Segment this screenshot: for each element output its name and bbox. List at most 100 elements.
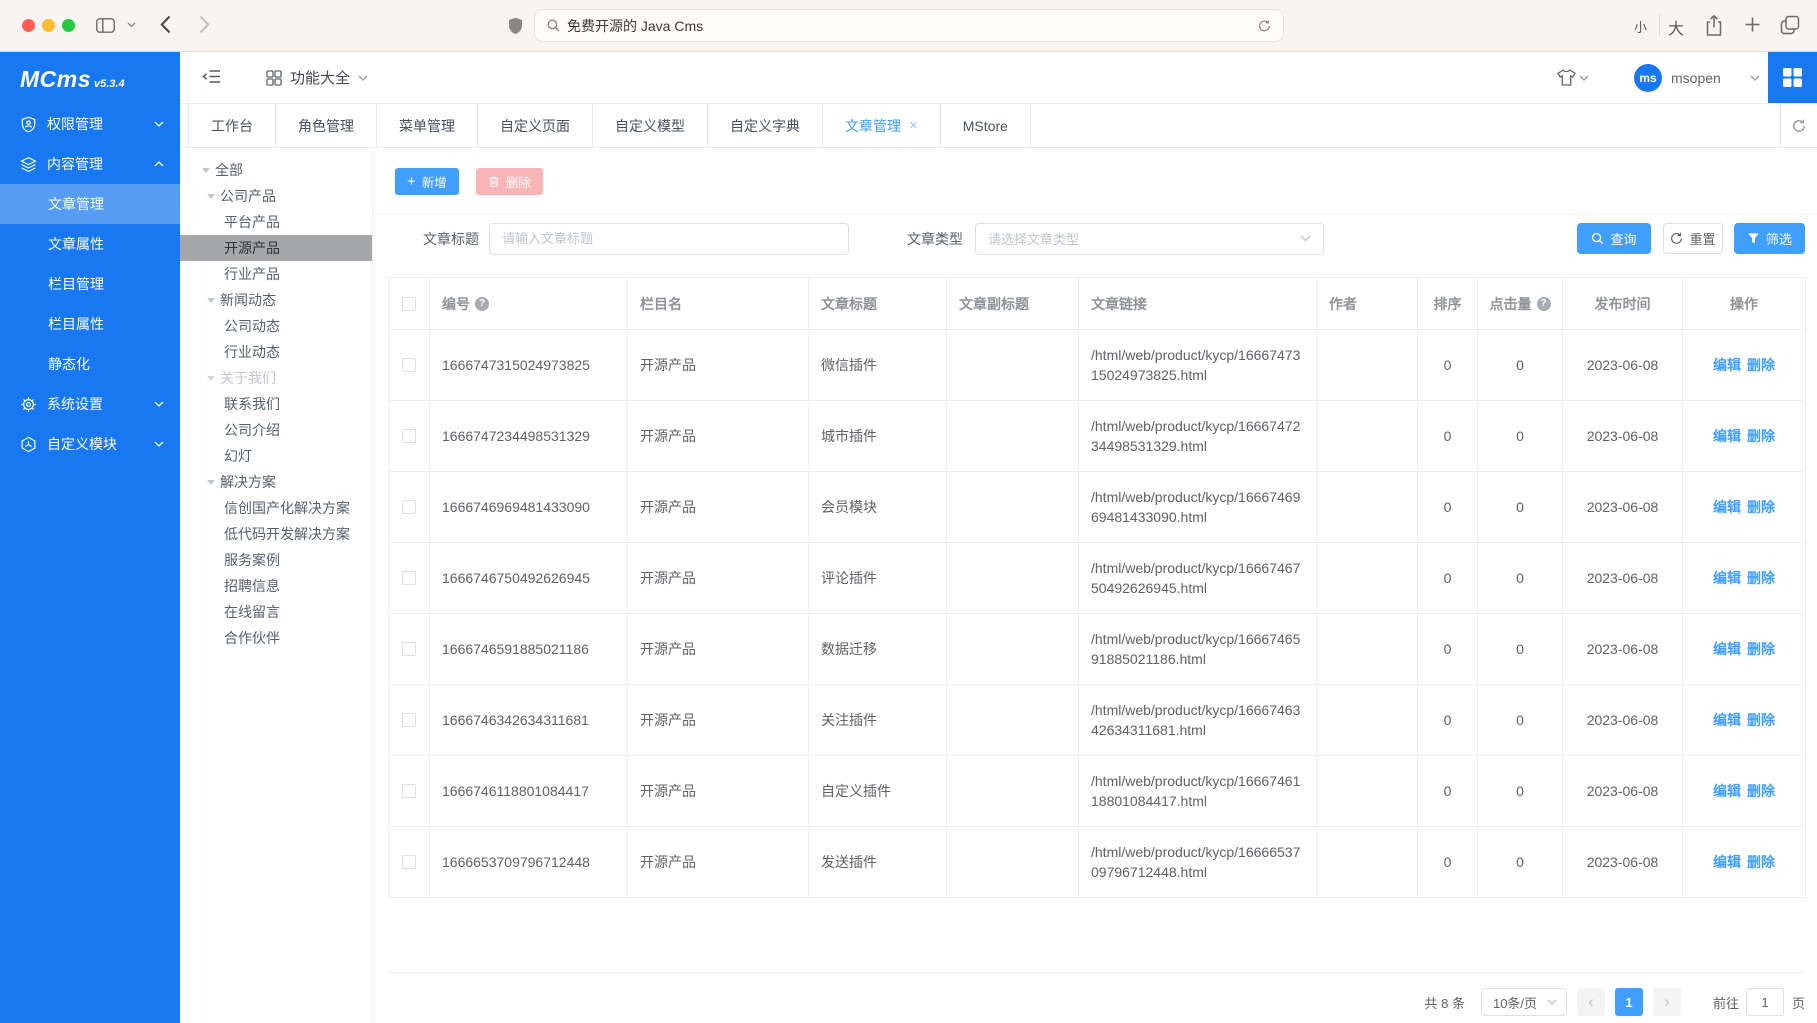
back-icon[interactable] (160, 15, 171, 34)
next-page-button[interactable]: › (1653, 988, 1681, 1016)
address-bar[interactable]: 免费开源的 Java Cms (535, 10, 1283, 41)
delete-link[interactable]: 删除 (1747, 568, 1775, 588)
tree-node-服务案例[interactable]: 服务案例 (180, 547, 372, 573)
tree-node-全部[interactable]: 全部 (180, 157, 372, 183)
tree-node-开源产品[interactable]: 开源产品 (180, 235, 372, 261)
row-checkbox[interactable] (402, 500, 416, 514)
tree-node-关于我们[interactable]: 关于我们 (180, 365, 372, 391)
window-zoom-button[interactable] (62, 19, 75, 32)
username[interactable]: msopen (1671, 52, 1721, 103)
tree-node-行业动态[interactable]: 行业动态 (180, 339, 372, 365)
reset-button[interactable]: 重置 (1663, 223, 1723, 254)
reload-icon[interactable] (1258, 19, 1271, 33)
theme-chevron-icon[interactable] (1579, 52, 1589, 103)
delete-link[interactable]: 删除 (1747, 710, 1775, 730)
tree-node-公司介绍[interactable]: 公司介绍 (180, 417, 372, 443)
sidebar-item-权限管理[interactable]: 权限管理 (0, 104, 180, 144)
tab-overview-icon[interactable] (1780, 15, 1800, 35)
user-chevron-icon[interactable] (1750, 52, 1760, 103)
edit-link[interactable]: 编辑 (1713, 710, 1741, 730)
sidebar-subitem-栏目属性[interactable]: 栏目属性 (0, 304, 180, 344)
sidebar-subitem-栏目管理[interactable]: 栏目管理 (0, 264, 180, 304)
sidebar-item-自定义模块[interactable]: 自定义模块 (0, 424, 180, 464)
delete-link[interactable]: 删除 (1747, 426, 1775, 446)
delete-link[interactable]: 删除 (1747, 355, 1775, 375)
row-checkbox[interactable] (402, 429, 416, 443)
share-icon[interactable] (1705, 14, 1723, 37)
row-checkbox[interactable] (402, 571, 416, 585)
tab-角色管理[interactable]: 角色管理 (276, 104, 377, 147)
tree-node-行业产品[interactable]: 行业产品 (180, 261, 372, 287)
tab-自定义字典[interactable]: 自定义字典 (708, 104, 823, 147)
sidebar-item-系统设置[interactable]: 系统设置 (0, 384, 180, 424)
window-minimize-button[interactable] (42, 19, 55, 32)
row-checkbox[interactable] (402, 358, 416, 372)
row-checkbox[interactable] (402, 784, 416, 798)
privacy-shield-icon[interactable] (508, 17, 523, 35)
current-page-button[interactable]: 1 (1615, 988, 1643, 1016)
new-tab-icon[interactable] (1744, 16, 1761, 33)
tab-菜单管理[interactable]: 菜单管理 (377, 104, 478, 147)
tree-node-公司产品[interactable]: 公司产品 (180, 183, 372, 209)
tree-node-解决方案[interactable]: 解决方案 (180, 469, 372, 495)
title-filter-input[interactable] (489, 223, 849, 255)
delete-link[interactable]: 删除 (1747, 639, 1775, 659)
sidebar-subitem-静态化[interactable]: 静态化 (0, 344, 180, 384)
tree-node-招聘信息[interactable]: 招聘信息 (180, 573, 372, 599)
edit-link[interactable]: 编辑 (1713, 852, 1741, 872)
text-smaller-button[interactable]: 小 (1634, 17, 1647, 36)
tree-expander-icon[interactable] (207, 194, 215, 199)
window-close-button[interactable] (22, 19, 35, 32)
sidebar-item-内容管理[interactable]: 内容管理 (0, 144, 180, 184)
tree-expander-icon[interactable] (207, 480, 215, 485)
sidebar-subitem-文章管理[interactable]: 文章管理 (0, 184, 180, 224)
filter-button[interactable]: 筛选 (1734, 223, 1805, 254)
row-checkbox[interactable] (402, 642, 416, 656)
edit-link[interactable]: 编辑 (1713, 355, 1741, 375)
text-larger-button[interactable]: 大 (1668, 15, 1684, 39)
row-checkbox[interactable] (402, 713, 416, 727)
collapse-menu-icon[interactable] (202, 68, 221, 85)
forward-icon[interactable] (199, 15, 210, 34)
tab-自定义页面[interactable]: 自定义页面 (478, 104, 593, 147)
edit-link[interactable]: 编辑 (1713, 781, 1741, 801)
edit-link[interactable]: 编辑 (1713, 497, 1741, 517)
delete-link[interactable]: 删除 (1747, 781, 1775, 801)
tab-工作台[interactable]: 工作台 (188, 104, 276, 147)
browser-sidebar-icon[interactable] (96, 18, 115, 33)
tree-node-幻灯[interactable]: 幻灯 (180, 443, 372, 469)
tree-expander-icon[interactable] (207, 298, 215, 303)
tree-node-合作伙伴[interactable]: 合作伙伴 (180, 625, 372, 651)
sidebar-subitem-文章属性[interactable]: 文章属性 (0, 224, 180, 264)
tab-自定义模型[interactable]: 自定义模型 (593, 104, 708, 147)
tree-node-平台产品[interactable]: 平台产品 (180, 209, 372, 235)
tree-node-信创国产化解决方案[interactable]: 信创国产化解决方案 (180, 495, 372, 521)
sidebar-chevron-icon[interactable] (127, 22, 136, 28)
tree-node-联系我们[interactable]: 联系我们 (180, 391, 372, 417)
row-checkbox[interactable] (402, 855, 416, 869)
edit-link[interactable]: 编辑 (1713, 426, 1741, 446)
theme-skin-icon[interactable] (1556, 52, 1577, 103)
close-icon[interactable]: × (909, 118, 918, 133)
avatar[interactable]: ms (1634, 52, 1662, 103)
tab-MStore[interactable]: MStore (941, 104, 1031, 147)
select-all-checkbox[interactable] (402, 297, 416, 311)
tree-expander-icon[interactable] (207, 376, 215, 381)
refresh-tab-button[interactable] (1780, 104, 1817, 147)
delete-link[interactable]: 删除 (1747, 497, 1775, 517)
tree-node-新闻动态[interactable]: 新闻动态 (180, 287, 372, 313)
prev-page-button[interactable]: ‹ (1577, 988, 1605, 1016)
type-filter-select[interactable]: 请选择文章类型 (975, 223, 1324, 255)
edit-link[interactable]: 编辑 (1713, 568, 1741, 588)
tree-node-在线留言[interactable]: 在线留言 (180, 599, 372, 625)
tree-expander-icon[interactable] (202, 168, 210, 173)
tree-node-公司动态[interactable]: 公司动态 (180, 313, 372, 339)
tab-文章管理[interactable]: 文章管理× (823, 104, 941, 147)
delete-button[interactable]: 删除 (476, 168, 543, 195)
search-button[interactable]: 查询 (1577, 223, 1651, 254)
add-button[interactable]: + 新增 (395, 168, 459, 195)
goto-page-input[interactable] (1746, 988, 1784, 1016)
breadcrumb[interactable]: 功能大全 (266, 52, 368, 103)
edit-link[interactable]: 编辑 (1713, 639, 1741, 659)
page-size-select[interactable]: 10条/页 (1481, 988, 1567, 1016)
